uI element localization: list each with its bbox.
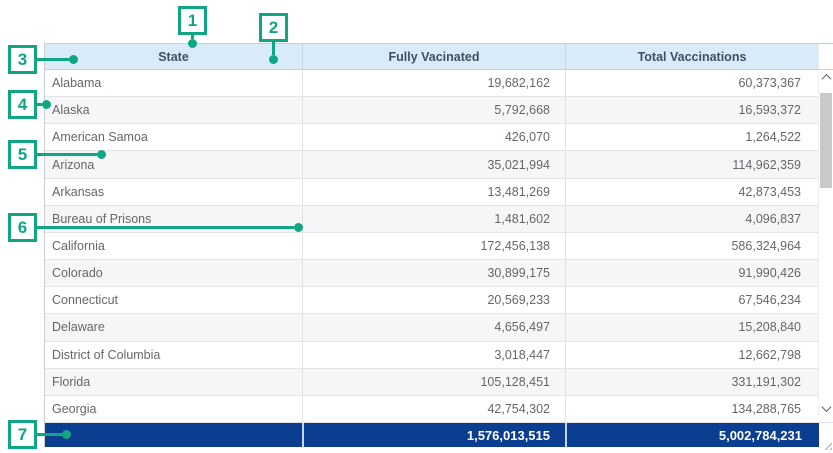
table-row[interactable]: Bureau of Prisons1,481,6024,096,837 [45, 206, 833, 233]
callout-number-5: 5 [8, 140, 37, 169]
total-vaccinations-cell: 60,373,367 [565, 70, 833, 96]
callout-number-2: 2 [259, 13, 288, 42]
scroll-up-button[interactable] [819, 70, 833, 85]
callout-number-6: 6 [8, 213, 37, 242]
fully-vaccinated-cell: 5,792,668 [302, 97, 565, 123]
scrollbar-thumb[interactable] [820, 93, 832, 188]
total-vaccinations-cell: 91,990,426 [565, 260, 833, 286]
fully-vaccinated-cell: 42,754,302 [302, 396, 565, 422]
chevron-up-icon [821, 74, 831, 84]
table-row[interactable]: Colorado30,899,17591,990,426 [45, 260, 833, 287]
column-header-total-vaccinations[interactable]: Total Vaccinations [565, 44, 818, 69]
callout-number-1: 1 [178, 6, 207, 35]
callout-number-7: 7 [8, 420, 37, 449]
fully-vaccinated-cell: 172,456,138 [302, 233, 565, 259]
state-cell: Arkansas [45, 179, 302, 205]
fully-vaccinated-cell: 3,018,447 [302, 342, 565, 368]
callout-number-3: 3 [8, 45, 37, 74]
state-cell: California [45, 233, 302, 259]
callout-stem [191, 35, 194, 39]
callout-number-4: 4 [8, 90, 37, 119]
callout-stem [37, 103, 42, 106]
total-vaccinations-cell: 42,873,453 [565, 179, 833, 205]
annotated-table-figure: State Fully Vacinated Total Vaccinations… [0, 0, 833, 453]
total-vaccinations-cell: 114,962,359 [565, 151, 833, 177]
table-header-row: State Fully Vacinated Total Vaccinations [45, 44, 833, 70]
table-row[interactable]: Arkansas13,481,26942,873,453 [45, 179, 833, 206]
total-vaccinations-cell: 15,208,840 [565, 314, 833, 340]
state-cell: Alaska [45, 97, 302, 123]
total-state-cell [45, 423, 302, 447]
total-vaccinations-cell: 4,096,837 [565, 206, 833, 232]
scrollbar-header-corner [818, 44, 833, 69]
fully-vaccinated-cell: 426,070 [302, 124, 565, 150]
column-header-fully-vaccinated[interactable]: Fully Vacinated [302, 44, 565, 69]
table-row[interactable]: Connecticut20,569,23367,546,234 [45, 287, 833, 314]
total-vaccinations-value: 5,002,784,231 [565, 423, 819, 447]
table-row[interactable]: District of Columbia3,018,44712,662,798 [45, 342, 833, 369]
vaccination-data-table: State Fully Vacinated Total Vaccinations… [44, 43, 833, 448]
state-cell: Arizona [45, 151, 302, 177]
fully-vaccinated-cell: 35,021,994 [302, 151, 565, 177]
state-cell: Colorado [45, 260, 302, 286]
fully-vaccinated-cell: 20,569,233 [302, 287, 565, 313]
total-vaccinations-cell: 331,191,302 [565, 369, 833, 395]
table-row[interactable]: Delaware4,656,49715,208,840 [45, 314, 833, 341]
total-fully-vaccinated-value: 1,576,013,515 [302, 423, 565, 447]
table-row[interactable]: Alaska5,792,66816,593,372 [45, 97, 833, 124]
fully-vaccinated-cell: 1,481,602 [302, 206, 565, 232]
total-vaccinations-cell: 12,662,798 [565, 342, 833, 368]
table-total-row: 1,576,013,515 5,002,784,231 [45, 423, 819, 447]
fully-vaccinated-cell: 30,899,175 [302, 260, 565, 286]
table-row[interactable]: Georgia42,754,302134,288,765 [45, 396, 833, 423]
state-cell: Georgia [45, 396, 302, 422]
state-cell: Bureau of Prisons [45, 206, 302, 232]
total-vaccinations-cell: 1,264,522 [565, 124, 833, 150]
state-cell: Delaware [45, 314, 302, 340]
vertical-scrollbar[interactable] [818, 70, 833, 416]
table-row[interactable]: American Samoa426,0701,264,522 [45, 124, 833, 151]
chevron-down-icon [821, 402, 831, 412]
scroll-down-button[interactable] [819, 401, 833, 416]
total-vaccinations-cell: 134,288,765 [565, 396, 833, 422]
total-vaccinations-cell: 586,324,964 [565, 233, 833, 259]
fully-vaccinated-cell: 105,128,451 [302, 369, 565, 395]
table-row[interactable]: Florida105,128,451331,191,302 [45, 369, 833, 396]
total-vaccinations-cell: 16,593,372 [565, 97, 833, 123]
state-cell: Alabama [45, 70, 302, 96]
column-header-state[interactable]: State [45, 44, 302, 69]
scrollbar-track[interactable] [819, 85, 833, 401]
annotation-callout-1: 1 [178, 6, 207, 48]
state-cell: Connecticut [45, 287, 302, 313]
fully-vaccinated-cell: 19,682,162 [302, 70, 565, 96]
state-cell: American Samoa [45, 124, 302, 150]
total-vaccinations-cell: 67,546,234 [565, 287, 833, 313]
table-row[interactable]: Alabama19,682,16260,373,367 [45, 70, 833, 97]
state-cell: District of Columbia [45, 342, 302, 368]
fully-vaccinated-cell: 13,481,269 [302, 179, 565, 205]
table-body: Alabama19,682,16260,373,367Alaska5,792,6… [45, 70, 833, 423]
table-row[interactable]: Arizona35,021,994114,962,359 [45, 151, 833, 178]
table-row[interactable]: California172,456,138586,324,964 [45, 233, 833, 260]
fully-vaccinated-cell: 4,656,497 [302, 314, 565, 340]
state-cell: Florida [45, 369, 302, 395]
